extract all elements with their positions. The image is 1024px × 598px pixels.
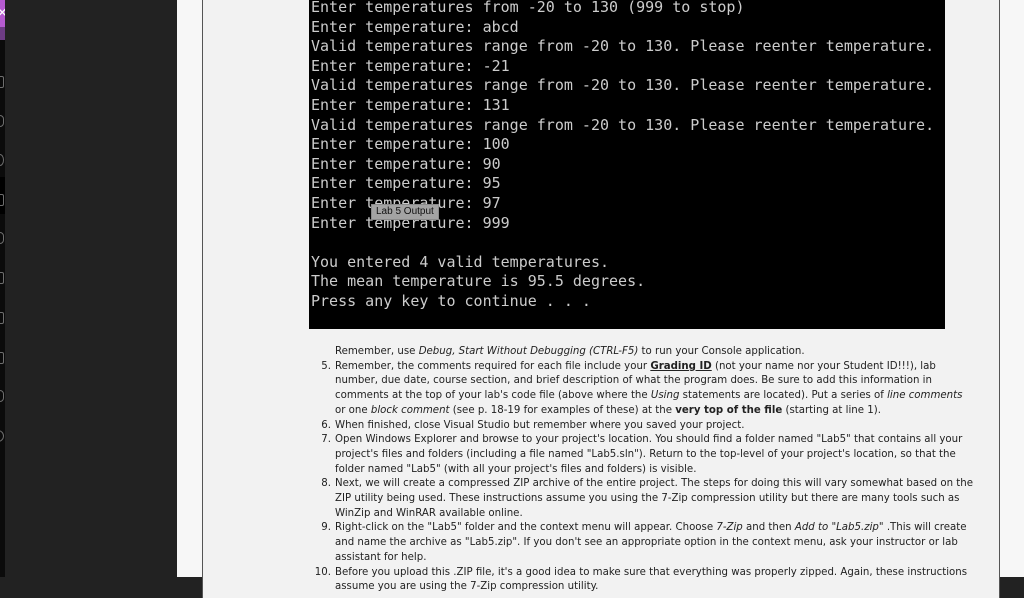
console-line: Enter temperature: 95 [311,174,501,193]
list-item: 10. Before you upload this .ZIP file, it… [315,566,975,595]
item-text: Remember, the comments required for each… [335,360,963,416]
item-number: 6. [321,419,331,431]
console-line: Enter temperature: -21 [311,56,510,75]
grading-id-emphasis: Grading ID [650,360,712,372]
console-output-image: Enter temperatures from -20 to 130 (999 … [309,0,945,329]
mail-icon[interactable] [0,312,4,324]
console-line: Enter temperatures from -20 to 130 (999 … [311,0,745,16]
item-text: When finished, close Visual Studio but r… [335,419,745,431]
library-icon[interactable] [0,76,4,88]
console-line: Valid temperatures range from -20 to 130… [311,76,935,95]
notes-icon[interactable] [0,194,4,206]
list-item: 6. When finished, close Visual Studio bu… [321,419,975,434]
list-item: 5. Remember, the comments required for e… [321,360,975,419]
text: to run your Console application. [638,346,805,357]
calendar-icon[interactable] [0,272,4,284]
console-line: Press any key to continue . . . [311,292,591,310]
item-number: 5. [321,360,331,372]
item-text: Right-click on the "Lab5" folder and the… [335,522,967,563]
console-line: Enter temperature: 90 [311,154,501,173]
person-icon[interactable] [0,232,4,244]
item-text: Before you upload this .ZIP file, it's a… [335,566,968,593]
image-tooltip: Lab 5 Output [371,204,439,220]
item-text: Open Windows Explorer and browse to your… [335,434,963,475]
menu-command: Debug, Start Without Debugging (CTRL-F5) [418,346,639,357]
list-item: 9. Right-click on the "Lab5" folder and … [321,521,975,565]
instructions-list: Remember, use Debug, Start Without Debug… [315,345,975,595]
item-number: 9. [321,522,331,534]
text: Remember, use [335,346,419,357]
list-item: 8. Next, we will create a compressed ZIP… [321,477,975,521]
console-line: Enter temperature: abcd [311,17,519,36]
item-text: Next, we will create a compressed ZIP ar… [335,478,974,519]
item-number: 7. [321,434,331,446]
globe-icon[interactable] [0,154,4,166]
list-item: 7. Open Windows Explorer and browse to y… [321,433,975,477]
side-panel [5,0,177,577]
document-page: Enter temperatures from -20 to 130 (999 … [202,0,1000,598]
download-icon[interactable] [0,352,4,364]
console-line: Valid temperatures range from -20 to 130… [311,37,935,56]
share-icon[interactable] [0,430,4,442]
bookmark-icon[interactable] [0,115,4,127]
console-line: Valid temperatures range from -20 to 130… [311,115,935,134]
item-number: 10. [314,566,331,578]
console-line: Enter temperature: 100 [311,135,510,154]
console-line: You entered 4 valid temperatures. [311,252,610,271]
console-line: The mean temperature is 95.5 degrees. [311,272,646,291]
intro-line: Remember, use Debug, Start Without Debug… [335,345,975,360]
document-viewer[interactable]: Enter temperatures from -20 to 130 (999 … [177,0,1024,598]
tools-icon[interactable] [0,390,4,402]
console-line: Enter temperature: 131 [311,96,510,114]
item-number: 8. [321,478,331,490]
